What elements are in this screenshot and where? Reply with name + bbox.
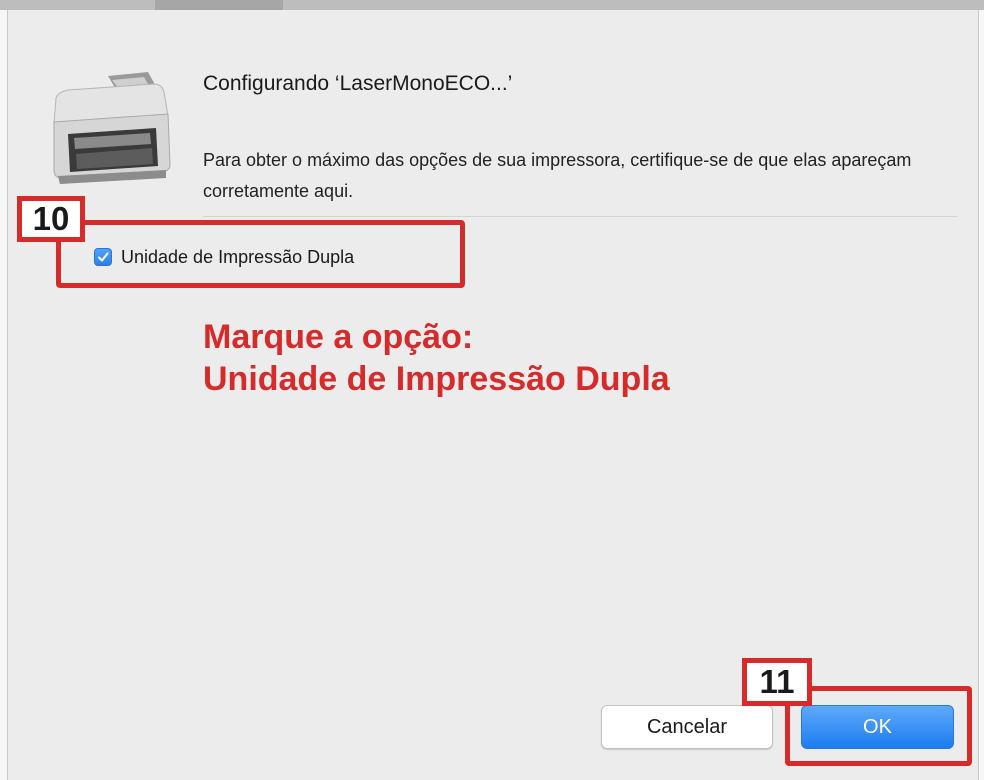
screenshot: Configurando ‘LaserMonoECO...’ Para obte… [0,0,984,780]
dialog-description: Para obter o máximo das opções de sua im… [203,150,912,201]
annotation-box-10 [56,220,465,288]
instruction-line-2: Unidade de Impressão Dupla [203,360,670,398]
left-edge [0,10,7,780]
dialog-title: Configurando ‘LaserMonoECO...’ [203,72,513,95]
annotation-instruction: Marque a opção: Unidade de Impressão Dup… [203,316,670,400]
top-bar-tab [155,0,283,10]
top-bar [0,0,984,10]
printer-icon [53,72,171,184]
annotation-step-11: 11 [742,658,812,706]
annotation-step-10: 10 [17,196,85,242]
annotation-box-11 [785,686,972,766]
divider [203,216,958,217]
cancel-button[interactable]: Cancelar [601,705,773,749]
instruction-line-1: Marque a opção: [203,318,474,356]
